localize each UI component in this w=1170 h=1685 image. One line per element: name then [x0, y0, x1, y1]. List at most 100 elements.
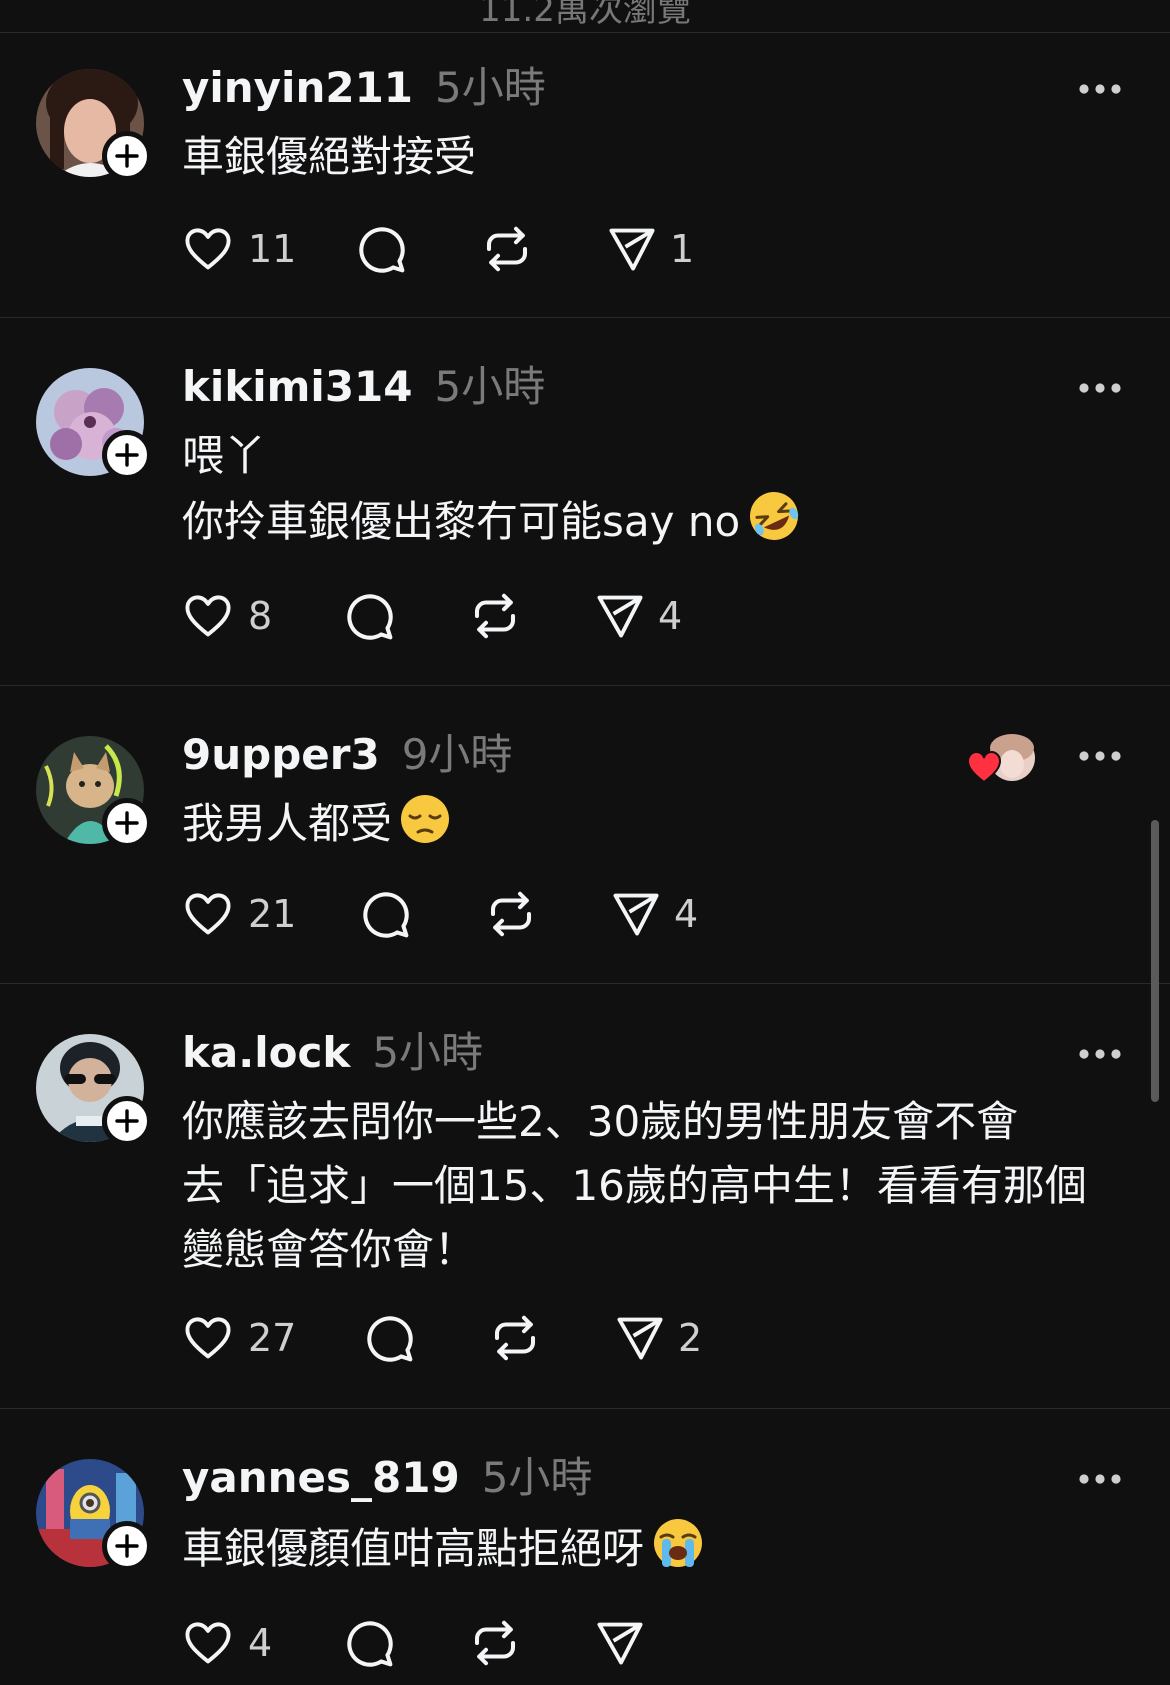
action-bar: 8 4	[180, 588, 980, 644]
like-count: 27	[248, 1316, 297, 1360]
timestamp: 5小時	[435, 63, 546, 112]
post-text: 我男人都受	[182, 792, 1142, 856]
red-heart-icon	[966, 750, 1002, 784]
username-text[interactable]: ka.lock	[182, 1028, 350, 1077]
timestamp: 9小時	[401, 730, 513, 779]
comment-icon	[347, 594, 393, 640]
comment-icon	[359, 227, 405, 273]
like-button[interactable]: 21	[180, 886, 296, 942]
username-text[interactable]: yinyin211	[182, 63, 413, 112]
post-text: 你應該去問你一些2、30歲的男性朋友會不會 去「追求」一個15、16歲的高中生！…	[182, 1090, 1142, 1282]
share-button[interactable]: 1	[606, 221, 694, 277]
reply-post[interactable]: 9upper3 9小時 我男人都受 21 4	[0, 686, 1170, 984]
more-options-icon[interactable]	[1078, 1473, 1122, 1485]
username-link[interactable]: 9upper3 9小時	[182, 734, 512, 776]
username-text[interactable]: yannes_819	[182, 1453, 460, 1502]
repost-button[interactable]	[488, 1310, 542, 1366]
send-icon	[597, 1622, 643, 1665]
loudly-crying-face-emoji-icon	[654, 1519, 703, 1567]
post-text: 車銀優顏值咁高點拒絕呀	[182, 1515, 1142, 1581]
timestamp: 5小時	[372, 1028, 484, 1077]
follow-plus-button[interactable]	[102, 131, 152, 181]
like-count: 11	[248, 227, 297, 271]
comment-button[interactable]	[342, 1615, 396, 1671]
post-text-line: 你應該去問你一些2、30歲的男性朋友會不會	[182, 1097, 1019, 1146]
follow-plus-button[interactable]	[102, 1521, 152, 1571]
more-options-icon[interactable]	[1078, 1048, 1122, 1060]
reply-post[interactable]: yinyin211 5小時 車銀優絕對接受 11 1	[0, 33, 1170, 318]
like-button[interactable]: 8	[180, 588, 272, 644]
comment-button[interactable]	[342, 588, 396, 644]
avatar[interactable]	[36, 69, 152, 181]
repost-icon	[490, 891, 532, 937]
repost-icon	[474, 1620, 516, 1666]
comment-button[interactable]	[354, 221, 408, 277]
heart-icon	[185, 1622, 231, 1664]
share-button[interactable]	[594, 1615, 658, 1671]
action-bar: 21 4	[180, 886, 980, 942]
plus-icon	[115, 1534, 139, 1558]
like-button[interactable]: 4	[180, 1615, 272, 1671]
heart-icon	[185, 595, 231, 637]
username-link[interactable]: kikimi314 5小時	[182, 366, 545, 408]
plus-icon	[115, 811, 139, 835]
plus-icon	[115, 1109, 139, 1133]
scrollbar[interactable]	[1151, 820, 1159, 1102]
more-options-icon[interactable]	[1078, 750, 1122, 762]
post-text-line: 喂丫	[182, 431, 267, 480]
post-text-line: 車銀優顏值咁高點拒絕呀	[182, 1524, 645, 1573]
like-count: 21	[248, 892, 297, 936]
repost-button[interactable]	[480, 221, 534, 277]
like-count: 4	[248, 1621, 273, 1665]
like-button[interactable]: 11	[180, 221, 296, 277]
username-link[interactable]: yinyin211 5小時	[182, 67, 546, 109]
more-options-icon[interactable]	[1078, 382, 1122, 394]
avatar[interactable]	[36, 368, 152, 480]
more-options-icon[interactable]	[1078, 83, 1122, 95]
post-text-line: 變態會答你會！	[182, 1225, 477, 1274]
comment-button[interactable]	[358, 886, 412, 942]
post-text-line: 你拎車銀優出黎冇可能say no	[182, 497, 741, 546]
plus-icon	[115, 443, 139, 467]
avatar[interactable]	[36, 736, 152, 848]
reply-post[interactable]: kikimi314 5小時 喂丫 你拎車銀優出黎冇可能say no 8 4	[0, 318, 1170, 686]
avatar[interactable]	[36, 1459, 152, 1571]
share-count: 4	[674, 892, 699, 936]
like-count: 8	[248, 594, 273, 638]
reply-post[interactable]: yannes_819 5小時 車銀優顏值咁高點拒絕呀 4	[0, 1409, 1170, 1685]
follow-plus-button[interactable]	[102, 1096, 152, 1146]
share-count: 2	[678, 1316, 703, 1360]
follow-plus-button[interactable]	[102, 798, 152, 848]
repost-icon	[494, 1315, 536, 1361]
comment-icon	[347, 1621, 393, 1667]
post-text-line: 去「追求」一個15、16歲的高中生！看看有那個	[182, 1161, 1087, 1210]
share-button[interactable]: 4	[594, 588, 682, 644]
follow-plus-button[interactable]	[102, 430, 152, 480]
send-icon	[617, 1317, 663, 1360]
repost-button[interactable]	[468, 1615, 522, 1671]
send-icon	[613, 893, 659, 936]
action-bar: 11 1	[180, 221, 980, 277]
heart-icon	[185, 893, 231, 935]
username-text[interactable]: kikimi314	[182, 362, 413, 411]
username-text[interactable]: 9upper3	[182, 730, 380, 779]
view-count-strip: 11.2萬次瀏覽	[0, 0, 1170, 33]
timestamp: 5小時	[434, 362, 546, 411]
repost-button[interactable]	[468, 588, 522, 644]
heart-icon	[185, 1317, 231, 1359]
like-button[interactable]: 27	[180, 1310, 296, 1366]
reply-post[interactable]: ka.lock 5小時 你應該去問你一些2、30歲的男性朋友會不會 去「追求」一個…	[0, 984, 1170, 1409]
post-text-line: 我男人都受	[182, 799, 393, 848]
comment-button[interactable]	[362, 1310, 416, 1366]
avatar[interactable]	[36, 1034, 152, 1146]
heart-icon	[185, 228, 231, 270]
username-link[interactable]: yannes_819 5小時	[182, 1457, 592, 1499]
plus-icon	[115, 144, 139, 168]
share-button[interactable]: 2	[614, 1310, 702, 1366]
share-button[interactable]: 4	[610, 886, 698, 942]
action-bar: 4	[180, 1615, 980, 1671]
repost-button[interactable]	[484, 886, 538, 942]
username-link[interactable]: ka.lock 5小時	[182, 1032, 483, 1074]
comment-icon	[367, 1316, 413, 1362]
author-liked-indicator	[966, 734, 1038, 790]
